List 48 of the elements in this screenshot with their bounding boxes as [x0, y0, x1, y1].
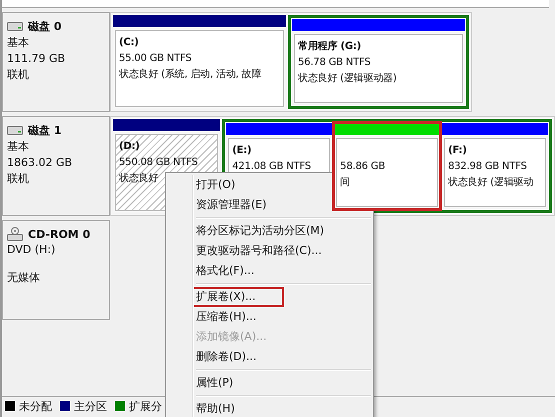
menu-item[interactable]: 更改驱动器号和路径(C)...: [192, 241, 338, 261]
disk-size: 111.79 GB: [7, 52, 66, 66]
disk-status: 联机: [7, 172, 30, 186]
partition-block[interactable]: (C:) 55.00 GB NTFS 状态良好 (系统, 启动, 活动, 故障: [113, 15, 286, 109]
partition-label: (E:): [232, 144, 252, 158]
disk-status: 无媒体: [7, 271, 41, 285]
partition-status: 状态良好 (系统, 启动, 活动, 故障: [119, 68, 262, 82]
disk-label-panel[interactable]: 磁盘 0 基本 111.79 GB 联机: [2, 12, 110, 112]
partition-size: 58.86 GB: [340, 160, 385, 174]
menu-item[interactable]: 属性(P): [192, 373, 250, 393]
disk-type: 基本: [7, 36, 30, 50]
partition-block[interactable]: 常用程序 (G:) 56.78 GB NTFS 状态良好 (逻辑驱动器): [292, 19, 465, 105]
menu-item[interactable]: 帮助(H): [192, 399, 251, 417]
partition-status: 状态良好 (逻辑驱动: [448, 176, 534, 190]
disk-label-panel[interactable]: CD-ROM 0 DVD (H:) 无媒体: [2, 220, 110, 320]
disk-type: 基本: [7, 140, 30, 154]
menu-item[interactable]: 压缩卷(H)...: [192, 307, 272, 327]
disk-size: 1863.02 GB: [7, 156, 74, 170]
menu-item[interactable]: 扩展卷(X)...: [192, 287, 284, 307]
partition-status: 状态良好: [119, 172, 158, 186]
partition-size: 550.08 GB NTFS: [119, 156, 198, 170]
partition-block[interactable]: 58.86 GB 间: [334, 123, 440, 209]
partition-label: 常用程序 (G:): [298, 39, 362, 54]
partition-label: (F:): [448, 144, 467, 158]
disk-drive-icon: [7, 22, 23, 31]
partition-size: 56.78 GB NTFS: [298, 56, 371, 70]
disk-drive-icon: [7, 126, 23, 135]
menu-item[interactable]: 删除卷(D)...: [192, 347, 273, 367]
partition-label: (D:): [119, 140, 140, 154]
partition-block[interactable]: (F:) 832.98 GB NTFS 状态良好 (逻辑驱动: [442, 123, 548, 209]
disk-type: DVD (H:): [7, 243, 56, 257]
partition-size: 55.00 GB NTFS: [119, 52, 192, 66]
legend-label: 主分区: [74, 398, 107, 414]
partition-status: 间: [340, 176, 350, 190]
legend-label: 未分配: [19, 398, 52, 414]
partition-size: 832.98 GB NTFS: [448, 160, 527, 174]
disk-label-panel[interactable]: 磁盘 1 基本 1863.02 GB 联机: [2, 116, 110, 216]
menu-item[interactable]: 格式化(F)...: [192, 261, 270, 281]
partition-label: (C:): [119, 36, 139, 50]
partition-size: 421.08 GB NTFS: [232, 160, 311, 174]
disk-name: 磁盘 1: [28, 123, 62, 138]
disk-status: 联机: [7, 68, 30, 82]
legend-label: 扩展分: [129, 398, 162, 414]
disk-name: 磁盘 0: [28, 19, 62, 34]
disk-name: CD-ROM 0: [28, 228, 90, 240]
cd-drive-icon: [7, 227, 23, 241]
menu-item[interactable]: 将分区标记为活动分区(M): [192, 221, 340, 241]
partition-status: 状态良好 (逻辑驱动器): [298, 72, 397, 86]
